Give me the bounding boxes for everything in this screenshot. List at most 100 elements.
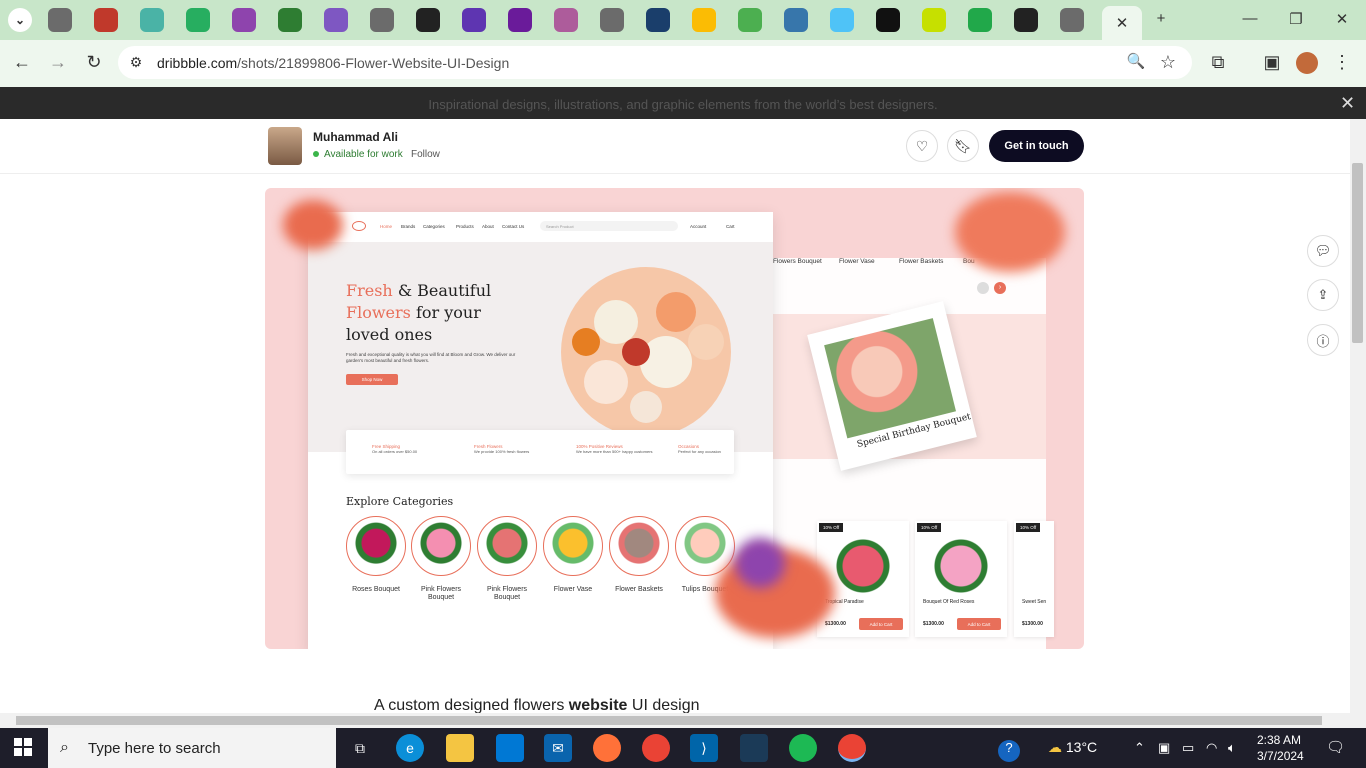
product-price: $1300.00 (825, 621, 846, 627)
help-icon[interactable]: ? (998, 740, 1020, 762)
world-icon[interactable] (370, 8, 394, 32)
banner-close-icon[interactable]: ✕ (1340, 93, 1355, 114)
availability-status: Available for work (313, 149, 403, 160)
clock[interactable]: 2:38 AM 3/7/2024 (1257, 732, 1304, 764)
comment-icon[interactable]: 💬︎ (1307, 235, 1339, 267)
id-icon[interactable] (922, 8, 946, 32)
reload-icon[interactable]: ↻ (82, 52, 106, 73)
url-path: /shots/21899806-Flower-Website-UI-Design (237, 55, 510, 71)
file-icon[interactable] (738, 8, 762, 32)
follow-link[interactable]: Follow (411, 149, 440, 160)
chrome-icon[interactable] (642, 734, 670, 762)
minimize-icon[interactable]: — (1230, 10, 1270, 27)
vscode-icon[interactable]: ⟩ (690, 734, 718, 762)
taskbar-search-input[interactable]: Type here to search (48, 728, 336, 768)
world-icon[interactable] (48, 8, 72, 32)
category-image (477, 516, 537, 576)
mock-hero-bouquet (561, 267, 731, 437)
bookmark-star-icon[interactable]: ☆ (1156, 52, 1180, 73)
caption-post: UI design (627, 697, 700, 714)
horizontal-scrollbar[interactable] (0, 713, 1366, 728)
feature-item: 100% Positive Reviews We have more than 5… (576, 444, 653, 454)
e-app-icon[interactable] (968, 8, 992, 32)
weather[interactable]: ☁ 13°C (1048, 739, 1097, 756)
share-icon[interactable]: ⇪ (1307, 279, 1339, 311)
like-heart-icon[interactable]: ♡ (906, 130, 938, 162)
tab-search-icon[interactable]: ⌄ (8, 8, 32, 32)
task-view-icon[interactable]: ⧉ (346, 734, 374, 762)
restore-icon[interactable]: ❐ (1276, 10, 1316, 28)
category-item: Pink Flowers Bouquet (411, 516, 471, 602)
back-icon[interactable]: ← (10, 52, 34, 73)
save-bookmark-icon[interactable]: 🔖︎ (947, 130, 979, 162)
url-text[interactable]: dribbble.com/shots/21899806-Flower-Websi… (157, 55, 509, 71)
battery-icon[interactable]: ▭ (1182, 740, 1194, 756)
feature-item: Free Shipping On all orders over $50.00 (372, 444, 417, 454)
bolt-icon[interactable] (508, 8, 532, 32)
category-label: Flower Vase (553, 586, 593, 593)
feature-sub: We have more than 500+ happy customers (576, 449, 653, 454)
active-tab-close-icon[interactable]: ✕ (1102, 6, 1142, 40)
d-app-icon[interactable] (140, 8, 164, 32)
swirl-icon[interactable] (462, 8, 486, 32)
forward-icon[interactable]: → (46, 52, 70, 73)
world-icon[interactable] (600, 8, 624, 32)
ufo-icon[interactable] (324, 8, 348, 32)
hscroll-thumb[interactable] (16, 716, 1322, 725)
designer-name[interactable]: Muhammad Ali (313, 130, 398, 144)
mock-features-bar: Free Shipping On all orders over $50.00 F… (346, 430, 734, 474)
category-image (609, 516, 669, 576)
wifi-icon[interactable]: ◠ (1206, 740, 1217, 756)
zoom-icon[interactable]: 🔍 (1124, 52, 1148, 70)
leaf-icon[interactable] (186, 8, 210, 32)
extensions-icon[interactable]: ⧉ (1206, 52, 1230, 73)
python-icon[interactable] (784, 8, 808, 32)
firefox-icon[interactable] (593, 734, 621, 762)
hero-flowers: Flowers (346, 303, 411, 322)
bird-icon[interactable] (830, 8, 854, 32)
feature-sub: We provide 100% fresh flowers (474, 449, 530, 454)
square-icon[interactable] (876, 8, 900, 32)
mock-nav-categories: Categories (423, 224, 445, 229)
volume-icon[interactable]: 🔈︎ (1228, 740, 1236, 756)
product-image (933, 537, 989, 595)
ui-icon[interactable] (278, 8, 302, 32)
designer-avatar[interactable] (268, 127, 302, 165)
spotify-icon[interactable] (789, 734, 817, 762)
u-app-icon[interactable] (232, 8, 256, 32)
meet-icon[interactable]: ▣ (1158, 740, 1170, 756)
mail-icon[interactable]: ✉ (544, 734, 572, 762)
chrome-active-icon[interactable] (838, 734, 866, 762)
file-explorer-icon[interactable] (446, 734, 474, 762)
store-icon[interactable] (496, 734, 524, 762)
person-icon[interactable] (554, 8, 578, 32)
get-in-touch-button[interactable]: Get in touch (989, 130, 1084, 162)
product-image (835, 537, 891, 595)
tray-chevron-icon[interactable]: ⌃ (1134, 740, 1145, 756)
vertical-scrollbar[interactable] (1350, 119, 1366, 713)
close-window-icon[interactable]: ✕ (1322, 10, 1362, 28)
scroll-thumb[interactable] (1352, 163, 1363, 343)
profile-avatar[interactable] (1296, 52, 1318, 74)
menu-icon[interactable]: ⋮ (1330, 52, 1354, 73)
radio-icon[interactable] (1060, 8, 1084, 32)
carousel-prev-icon[interactable] (977, 282, 989, 294)
carousel-next-icon[interactable]: › (994, 282, 1006, 294)
right-cat-label: Flower Vase (839, 258, 875, 265)
info-icon[interactable]: ⓘ (1307, 324, 1339, 356)
shot-image[interactable]: Flowers Bouquet Flower Vase Flower Baske… (265, 188, 1084, 649)
drive-icon[interactable] (692, 8, 716, 32)
flower-blob-decoration (283, 200, 343, 250)
grid-icon[interactable] (416, 8, 440, 32)
header-divider (0, 173, 1350, 174)
windows-start-icon[interactable] (14, 738, 32, 756)
notifications-icon[interactable]: 🗨︎ (1326, 738, 1345, 756)
edge-icon[interactable]: e (396, 734, 424, 762)
sql-icon[interactable] (740, 734, 768, 762)
feather-icon[interactable] (94, 8, 118, 32)
glasses-icon[interactable] (1014, 8, 1038, 32)
side-panel-icon[interactable]: ▣ (1260, 52, 1284, 73)
new-tab-icon[interactable]: + (1141, 10, 1181, 27)
site-info-icon[interactable]: ⚙ (124, 54, 148, 71)
f-app-icon[interactable] (646, 8, 670, 32)
